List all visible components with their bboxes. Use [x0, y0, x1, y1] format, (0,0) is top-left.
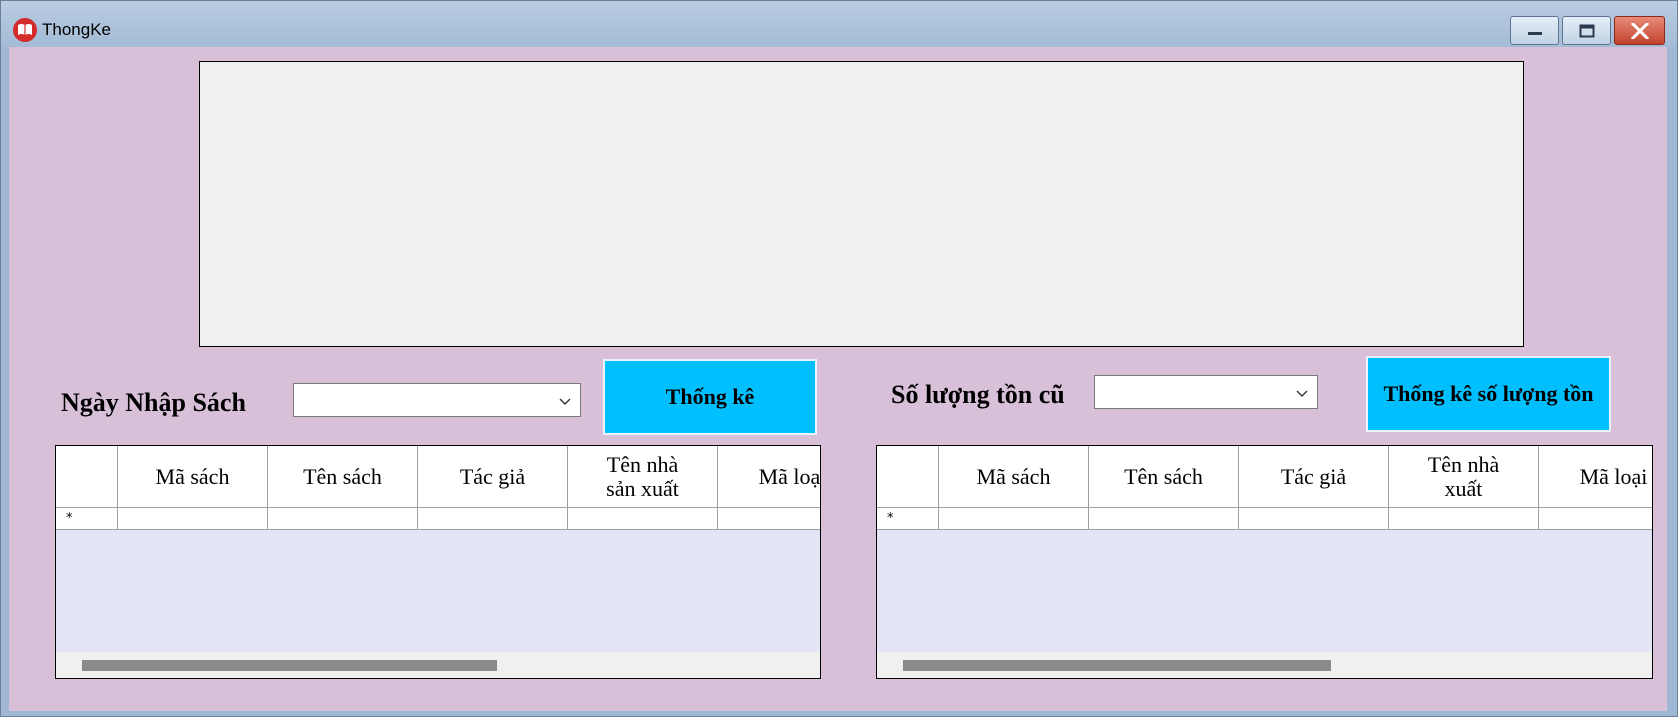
column-header-ma-loai[interactable]: Mã loại [1539, 446, 1652, 508]
grid-cell[interactable] [1089, 508, 1239, 530]
column-header-ten-nha-san-xuat[interactable]: Tên nhà sản xuất [568, 446, 718, 508]
row-header-corner[interactable] [56, 446, 118, 508]
table-row[interactable]: * [877, 508, 1652, 530]
old-stock-combobox[interactable] [1094, 375, 1318, 409]
client-area: Ngày Nhập Sách Thống kê Mã sách Tên sách… [9, 47, 1667, 711]
new-row-marker: * [66, 511, 73, 526]
grid-header: Mã sách Tên sách Tác giả Tên nhà xuất Mã… [877, 446, 1652, 508]
scrollbar-thumb[interactable] [82, 660, 497, 671]
maximize-button[interactable] [1562, 16, 1611, 45]
statistics-button[interactable]: Thống kê [603, 359, 817, 435]
chevron-down-icon [1296, 390, 1308, 397]
import-books-grid[interactable]: Mã sách Tên sách Tác giả Tên nhà sản xuấ… [55, 445, 821, 679]
minimize-button[interactable] [1510, 16, 1559, 45]
column-header-ma-loai[interactable]: Mã loại [718, 446, 820, 508]
grid-cell[interactable] [1539, 508, 1652, 530]
grid-cell[interactable] [1389, 508, 1539, 530]
grid-header: Mã sách Tên sách Tác giả Tên nhà sản xuấ… [56, 446, 820, 508]
grid-cell[interactable] [418, 508, 568, 530]
column-header-ma-sach[interactable]: Mã sách [939, 446, 1089, 508]
grid-cell[interactable] [718, 508, 820, 530]
maximize-icon [1579, 24, 1594, 37]
column-header-ten-sach[interactable]: Tên sách [1089, 446, 1239, 508]
grid-cell[interactable] [1239, 508, 1389, 530]
grid-cell[interactable] [118, 508, 268, 530]
title-bar[interactable]: ThongKe [1, 1, 1677, 47]
close-icon [1630, 22, 1649, 39]
column-header-tac-gia[interactable]: Tác giả [418, 446, 568, 508]
table-row[interactable]: * [56, 508, 820, 530]
scrollbar-thumb[interactable] [903, 660, 1331, 671]
grid-cell[interactable] [268, 508, 418, 530]
chevron-down-icon [559, 398, 571, 405]
close-button[interactable] [1614, 16, 1665, 45]
new-row-header[interactable]: * [877, 508, 939, 530]
new-row-marker: * [887, 511, 894, 526]
window-title: ThongKe [42, 20, 111, 39]
horizontal-scrollbar[interactable] [877, 652, 1652, 678]
old-stock-label: Số lượng tồn cũ [891, 380, 1065, 409]
horizontal-scrollbar[interactable] [56, 652, 820, 678]
import-date-combobox[interactable] [293, 383, 581, 417]
stock-grid[interactable]: Mã sách Tên sách Tác giả Tên nhà xuất Mã… [876, 445, 1653, 679]
column-header-ten-nha-xuat[interactable]: Tên nhà xuất [1389, 446, 1539, 508]
row-header-corner[interactable] [877, 446, 939, 508]
minimize-icon [1527, 31, 1542, 35]
column-header-tac-gia[interactable]: Tác giả [1239, 446, 1389, 508]
column-header-ten-sach[interactable]: Tên sách [268, 446, 418, 508]
import-date-label: Ngày Nhập Sách [61, 388, 246, 417]
column-header-ma-sach[interactable]: Mã sách [118, 446, 268, 508]
grid-cell[interactable] [939, 508, 1089, 530]
thongke-window: ThongKe Ngày Nhập Sách Thống kê Mã sách … [0, 0, 1678, 717]
new-row-header[interactable]: * [56, 508, 118, 530]
stock-statistics-button[interactable]: Thống kê số lượng tồn [1366, 356, 1611, 432]
chart-panel [199, 61, 1524, 347]
book-icon [13, 18, 37, 42]
grid-cell[interactable] [568, 508, 718, 530]
